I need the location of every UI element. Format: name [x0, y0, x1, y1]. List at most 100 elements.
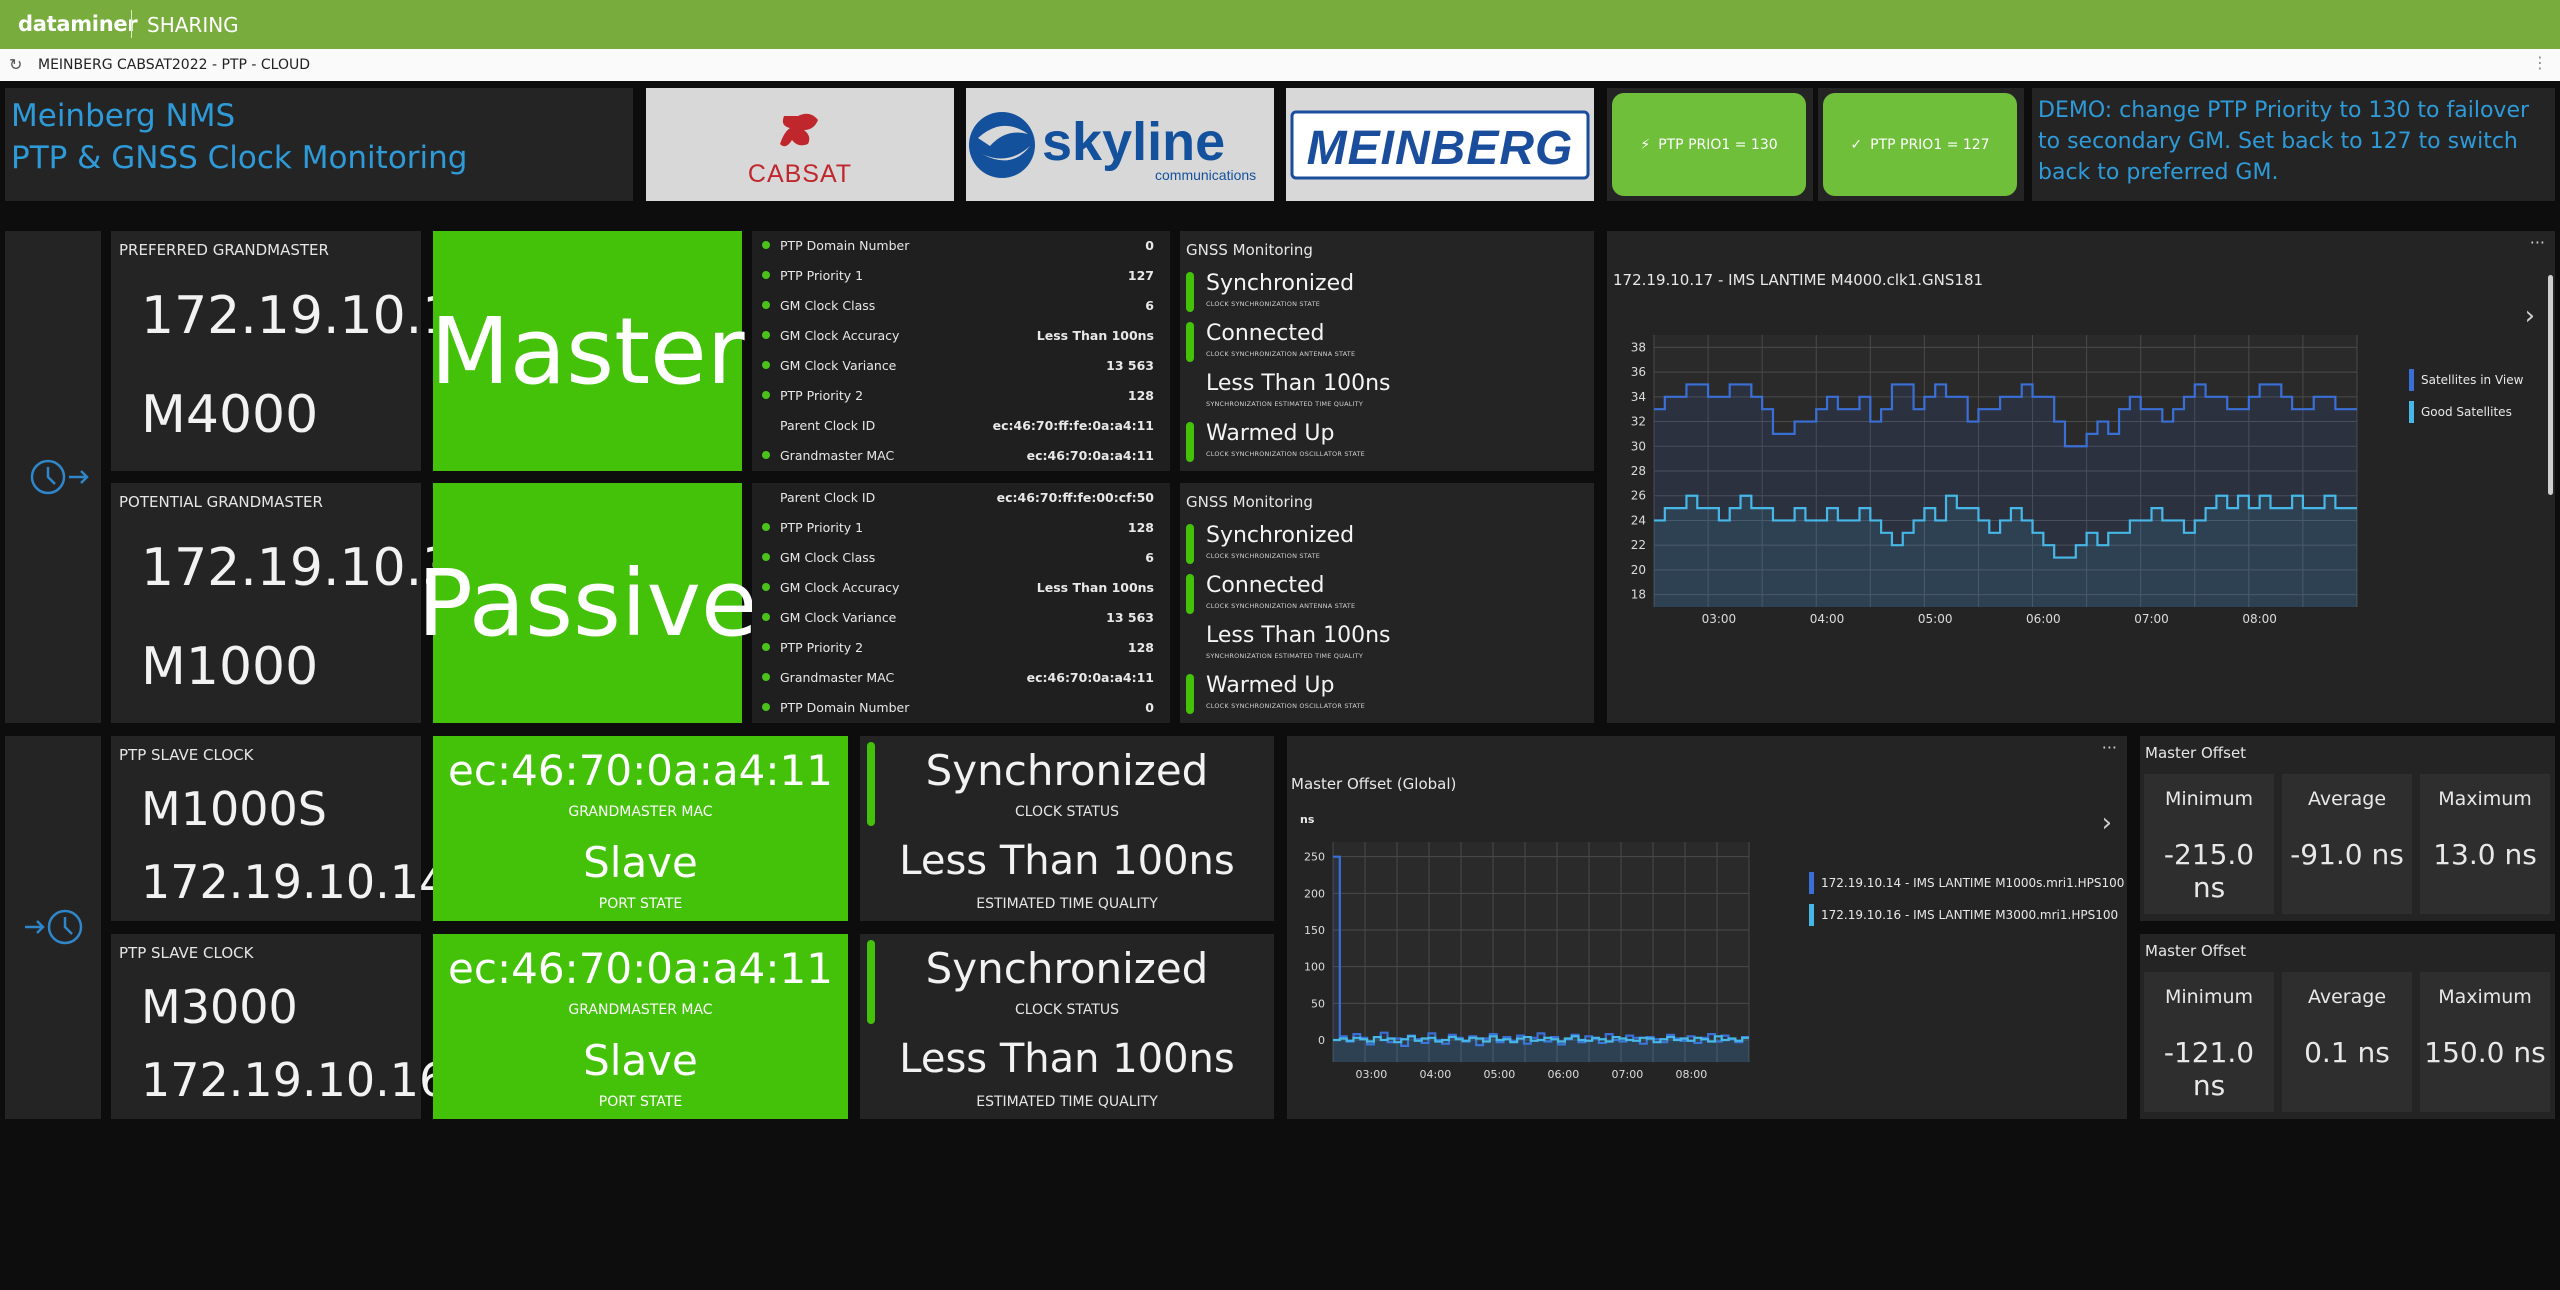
property-value: ec:46:70:ff:fe:0a:a4:11	[992, 418, 1154, 433]
slave-clock-card: PTP SLAVE CLOCK M1000S 172.19.10.14	[111, 736, 448, 921]
satellites-chart[interactable]: 18 20 22 24 26 28 30 32 34 36 38 03:00 04:00 05:00 06:…	[1607, 231, 2555, 723]
y-tick-label: 50	[1311, 997, 1325, 1010]
y-tick-label: 30	[1631, 439, 1646, 453]
x-tick-label: 03:00	[1702, 612, 1737, 626]
grandmaster-properties-list: PTP Domain Number 0 PTP Priority 1 127 GM Cl…	[752, 231, 1170, 471]
legend-label: 172.19.10.14 - IMS LANTIME M1000s.mri1.H…	[1821, 876, 2124, 890]
property-value: 13 563	[1106, 610, 1154, 625]
x-tick-label: 07:00	[1612, 1068, 1644, 1081]
gnss-status-label: CLOCK SYNCHRONIZATION OSCILLATOR STATE	[1206, 702, 1365, 710]
page-subtitle: PTP & GNSS Clock Monitoring	[11, 140, 468, 176]
legend-swatch	[1809, 872, 1814, 894]
clock-incoming-icon	[25, 909, 83, 945]
gnss-status-item: Warmed Up CLOCK SYNCHRONIZATION OSCILLATO…	[1186, 419, 1566, 465]
time-quality: Less Than 100ns	[899, 838, 1235, 884]
property-row: Grandmaster MAC ec:46:70:0a:a4:11	[752, 663, 1160, 693]
property-value: 128	[1127, 388, 1154, 403]
average-label: Average	[2307, 986, 2387, 1008]
slave-status-card: Synchronized CLOCK STATUS Less Than 100n…	[860, 934, 1274, 1119]
port-state: Slave	[583, 838, 698, 887]
minimum-label: Minimum	[2164, 986, 2254, 1008]
y-tick-label: 250	[1304, 851, 1325, 864]
slave-heading: PTP SLAVE CLOCK	[119, 746, 254, 764]
grandmaster-model: M4000	[141, 385, 319, 445]
gnss-status-value: Synchronized	[1206, 271, 1355, 296]
time-quality-label: ESTIMATED TIME QUALITY	[976, 1094, 1158, 1110]
y-tick-label: 0	[1318, 1034, 1325, 1047]
section-title[interactable]: SHARING	[147, 13, 239, 37]
property-row: PTP Priority 1 127	[752, 261, 1160, 291]
status-dot-icon	[762, 673, 770, 681]
property-value: ec:46:70:ff:fe:00:cf:50	[996, 490, 1154, 505]
top-bar	[0, 0, 2560, 49]
more-options-icon[interactable]: ⋮	[2532, 53, 2548, 72]
property-name: GM Clock Accuracy	[780, 328, 900, 343]
gnss-status-value: Warmed Up	[1206, 421, 1335, 446]
prio127-panel: ✓ PTP PRIO1 = 127	[1818, 88, 2024, 201]
gnss-status-label: SYNCHRONIZATION ESTIMATED TIME QUALITY	[1206, 400, 1364, 408]
property-value: 0	[1145, 700, 1154, 715]
slave-ip: 172.19.10.16	[141, 1053, 449, 1107]
port-state-label: PORT STATE	[598, 896, 683, 912]
prio130-panel: ⚡ PTP PRIO1 = 130	[1607, 88, 1813, 201]
set-ptp-prio-127-label: PTP PRIO1 = 127	[1870, 136, 1990, 153]
maximum-label: Maximum	[2438, 788, 2532, 810]
y-tick-label: 20	[1631, 563, 1646, 577]
clock-status-label: CLOCK STATUS	[1014, 1002, 1120, 1018]
grandmaster-heading: PREFERRED GRANDMASTER	[119, 241, 329, 259]
status-dot-icon	[762, 613, 770, 621]
dashboard-tab-bar: ↻ MEINBERG CABSAT2022 - PTP - CLOUD ⋮	[0, 49, 2560, 81]
property-value: 128	[1127, 640, 1154, 655]
gnss-monitoring-card: GNSS Monitoring Synchronized CLOCK SYNCHR…	[1180, 231, 1594, 471]
port-state-label: PORT STATE	[598, 1094, 683, 1110]
minimum-value: -121.0 ns	[2163, 1036, 2255, 1102]
slave-ip: 172.19.10.14	[141, 855, 449, 909]
refresh-icon[interactable]: ↻	[9, 55, 22, 74]
property-row: PTP Priority 2 128	[752, 381, 1160, 411]
x-tick-label: 05:00	[1918, 612, 1953, 626]
property-value: 0	[1145, 238, 1154, 253]
status-dot-icon	[762, 301, 770, 309]
dashboard-title: MEINBERG CABSAT2022 - PTP - CLOUD	[38, 57, 310, 73]
status-indicator-bar	[1186, 422, 1194, 462]
property-row: Parent Clock ID ec:46:70:ff:fe:00:cf:50	[752, 483, 1160, 513]
gnss-status-value: Connected	[1206, 573, 1325, 598]
grandmaster-mac-label: GRANDMASTER MAC	[568, 1002, 713, 1018]
gnss-status-item: Synchronized CLOCK SYNCHRONIZATION STATE	[1186, 521, 1566, 567]
y-tick-label: 24	[1631, 513, 1646, 527]
minimum-label: Minimum	[2164, 788, 2254, 810]
clock-status: Synchronized	[925, 746, 1209, 795]
property-name: PTP Priority 2	[780, 640, 864, 655]
property-row: GM Clock Class 6	[752, 543, 1160, 573]
set-ptp-prio-130-button[interactable]: ⚡ PTP PRIO1 = 130	[1612, 93, 1806, 196]
status-dot-icon	[762, 361, 770, 369]
property-row: GM Clock Variance 13 563	[752, 351, 1160, 381]
property-name: Parent Clock ID	[780, 490, 876, 505]
x-tick-label: 04:00	[1810, 612, 1845, 626]
legend-swatch	[2409, 401, 2414, 423]
slave-port-card: ec:46:70:0a:a4:11 GRANDMASTER MAC Slave …	[433, 934, 848, 1119]
skyline-logo: skyline communications	[966, 88, 1274, 201]
property-row: GM Clock Variance 13 563	[752, 603, 1160, 633]
time-quality-label: ESTIMATED TIME QUALITY	[976, 896, 1158, 912]
master-offset-chart[interactable]: 0 50 100 150 200 250 03:00 04:00 05:00 06:00 07:00…	[1287, 736, 2127, 1119]
property-name: PTP Priority 1	[780, 520, 864, 535]
grandmaster-state: Master	[430, 231, 745, 471]
offset-average-cell: Average 0.1 ns	[2282, 972, 2412, 1112]
gnss-status-label: CLOCK SYNCHRONIZATION STATE	[1206, 552, 1321, 560]
property-name: PTP Domain Number	[780, 700, 910, 715]
property-name: Grandmaster MAC	[780, 448, 895, 463]
brand-divider	[131, 10, 132, 38]
cabsat-emblem-icon: CABSAT	[748, 113, 851, 188]
slave-heading: PTP SLAVE CLOCK	[119, 944, 254, 962]
demo-note-panel: DEMO: change PTP Priority to 130 to fail…	[2032, 88, 2555, 201]
grandmaster-state: Passive	[417, 483, 758, 723]
dataminer-logo[interactable]: dataminer	[18, 12, 138, 36]
set-ptp-prio-127-button[interactable]: ✓ PTP PRIO1 = 127	[1823, 93, 2017, 196]
clock-outgoing-icon	[30, 459, 89, 495]
y-tick-label: 100	[1304, 961, 1325, 974]
status-dot-icon	[762, 553, 770, 561]
offset-average-cell: Average -91.0 ns	[2282, 774, 2412, 914]
satellites-chart-panel: ··· 172.19.10.17 - IMS LANTIME M4000.clk…	[1607, 231, 2555, 723]
gnss-status-item: Less Than 100ns SYNCHRONIZATION ESTIMATED…	[1186, 369, 1566, 415]
